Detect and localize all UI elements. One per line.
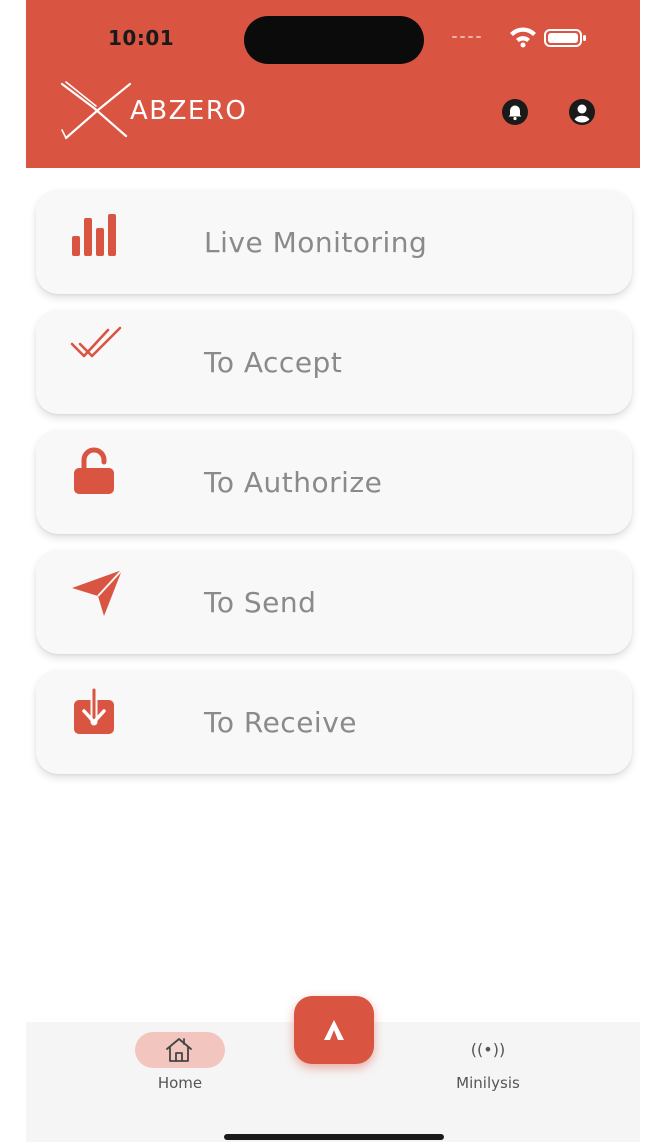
app-header: 10:01 ABZERO: [26, 0, 640, 168]
menu-item-label: To Authorize: [204, 466, 383, 499]
logo-x-icon: [60, 81, 132, 140]
bar-chart-icon: [72, 214, 116, 256]
download-box-icon: [74, 686, 114, 734]
menu-item-to-accept[interactable]: To Accept: [36, 310, 632, 414]
menu-item-live-monitoring[interactable]: Live Monitoring: [36, 190, 632, 294]
double-check-icon: [70, 326, 122, 358]
home-indicator: [224, 1134, 444, 1140]
menu-item-label: Live Monitoring: [204, 226, 428, 259]
status-time: 10:01: [108, 26, 175, 50]
battery-icon: [544, 29, 586, 47]
brand-name: ABZERO: [130, 96, 248, 126]
user-circle-icon[interactable]: [568, 98, 596, 126]
unlock-icon: [74, 447, 114, 494]
paper-plane-icon: [72, 569, 123, 616]
app-screen: 10:01 ABZERO Live Monitoring To Accept T…: [26, 0, 640, 1142]
tab-home[interactable]: Home: [134, 1032, 226, 1094]
bell-icon[interactable]: [501, 98, 529, 126]
cellular-signal-icon: [452, 33, 492, 41]
arrow-up-logo-icon: [324, 1020, 344, 1040]
broadcast-icon: ((•)): [470, 1040, 506, 1059]
wifi-icon: [510, 27, 536, 48]
dynamic-island: [244, 16, 424, 64]
menu-item-to-send[interactable]: To Send: [36, 550, 632, 654]
menu-item-label: To Send: [204, 586, 317, 619]
center-action-button[interactable]: [294, 996, 374, 1064]
menu-item-label: To Accept: [204, 346, 343, 379]
menu-item-to-authorize[interactable]: To Authorize: [36, 430, 632, 534]
tab-minilysis-label: Minilysis: [456, 1074, 520, 1092]
menu-item-to-receive[interactable]: To Receive: [36, 670, 632, 774]
home-icon: [166, 1038, 192, 1062]
menu-item-label: To Receive: [204, 706, 357, 739]
tab-home-label: Home: [157, 1074, 203, 1092]
tab-minilysis[interactable]: ((•)) Minilysis: [448, 1032, 528, 1094]
